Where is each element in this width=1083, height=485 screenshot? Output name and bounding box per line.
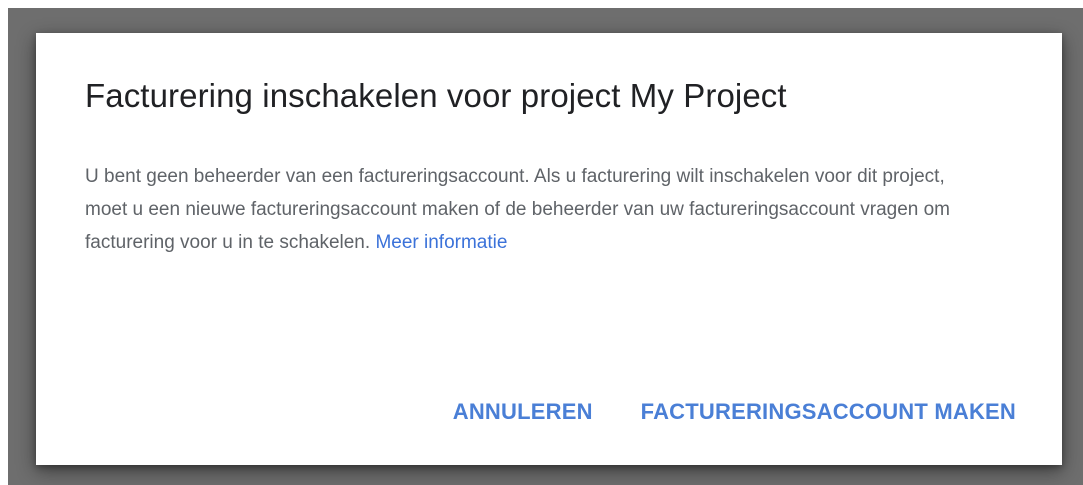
cancel-button[interactable]: ANNULEREN [453, 394, 593, 430]
dialog-title: Facturering inschakelen voor project My … [85, 77, 787, 114]
learn-more-link[interactable]: Meer informatie [375, 232, 507, 253]
create-billing-account-button[interactable]: FACTURERINGSACCOUNT MAKEN [641, 394, 1016, 430]
dialog-body-text: U bent geen beheerder van een facturerin… [85, 166, 951, 253]
billing-dialog: Facturering inschakelen voor project My … [36, 33, 1062, 465]
dialog-body: U bent geen beheerder van een facturerin… [85, 160, 955, 259]
dialog-actions: ANNULEREN FACTURERINGSACCOUNT MAKEN [453, 394, 1016, 430]
